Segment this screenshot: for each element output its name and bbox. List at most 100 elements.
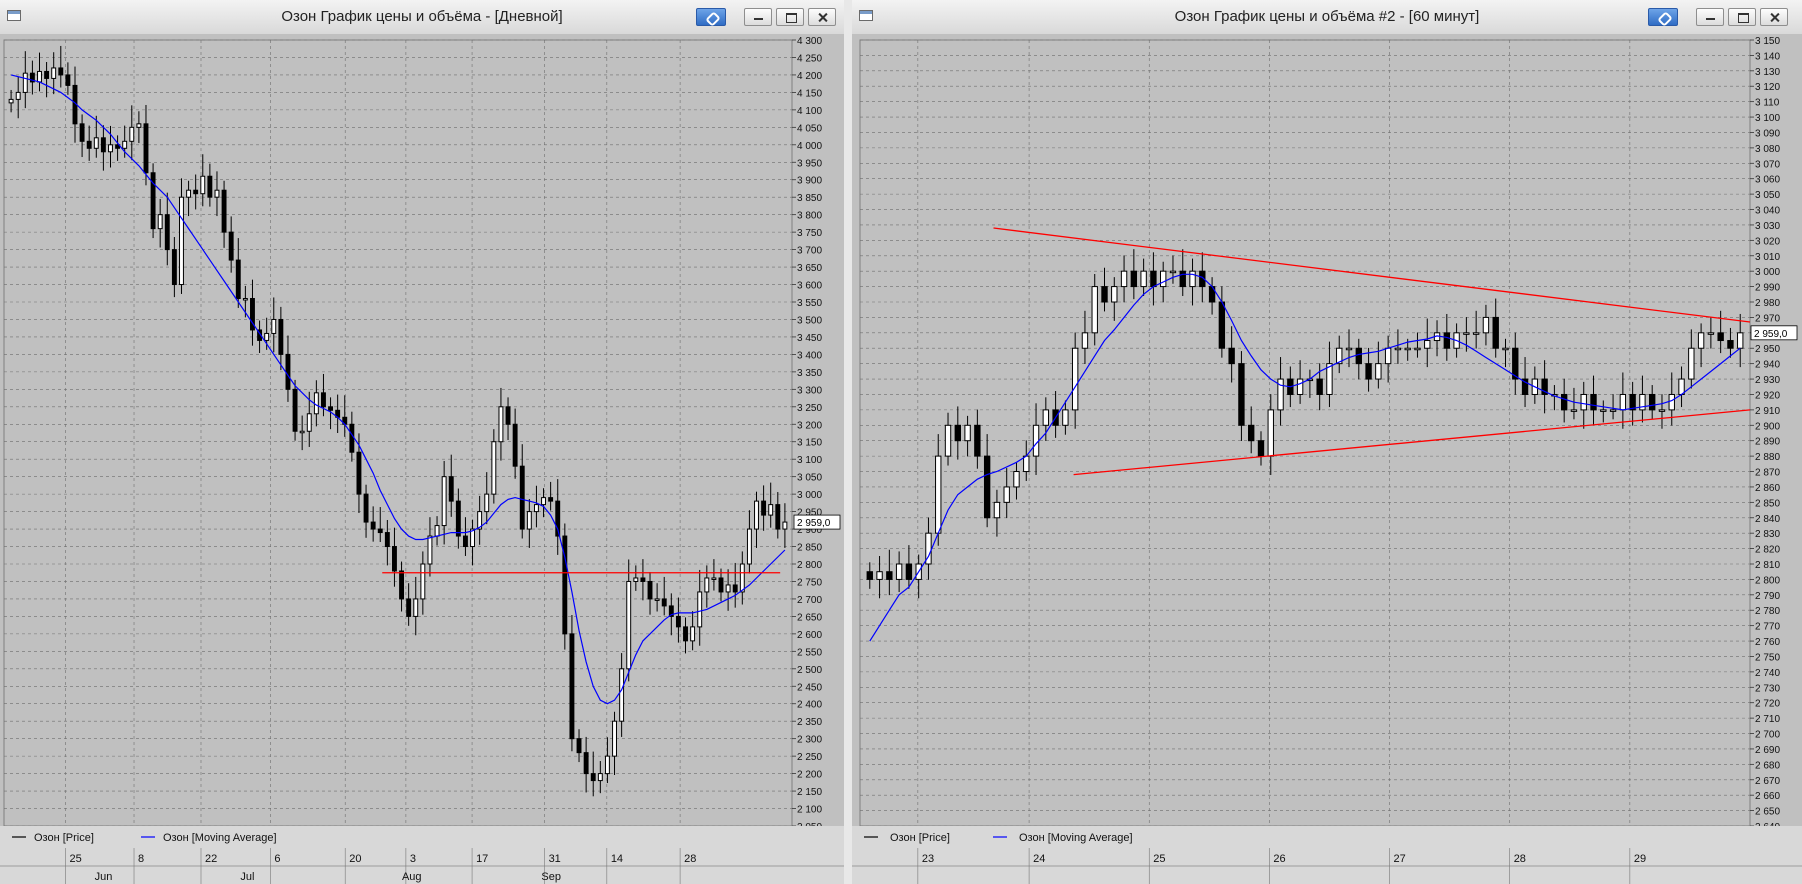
x-tick-label: 28: [684, 853, 696, 865]
x-tick-label: 28: [1514, 853, 1526, 865]
maximize-icon: [777, 9, 803, 25]
maximize-button[interactable]: [1728, 8, 1756, 26]
daily-price-chart[interactable]: 4 300 4 250 4 200 4 150 4 100 4 050 4 000 3 950…: [0, 34, 844, 884]
minimize-button[interactable]: [744, 8, 772, 26]
y-tick-label: 2 100: [797, 805, 822, 816]
candle-body: [235, 259, 241, 300]
candle-body: [1384, 347, 1392, 365]
y-tick-label: 4 050: [797, 123, 822, 134]
candle-body: [285, 353, 291, 390]
candle-body: [519, 465, 525, 530]
candle-body: [1159, 270, 1167, 288]
candle-body: [221, 189, 227, 233]
x-tick-label: 27: [1394, 853, 1406, 865]
x-tick-label: 14: [611, 853, 623, 865]
candle-body: [306, 413, 312, 432]
y-tick-label: 2 650: [797, 612, 822, 623]
candle-body: [328, 406, 334, 411]
y-tick-label: 2 710: [1755, 714, 1780, 725]
y-tick-label: 2 350: [797, 717, 822, 728]
candle-body: [1228, 347, 1235, 365]
candle-body: [242, 298, 248, 301]
y-tick-label: 3 000: [797, 490, 822, 501]
y-tick-label: 2 720: [1755, 699, 1780, 710]
hourly-price-chart[interactable]: 3 150 3 140 3 130 3 120 3 110 3 100 3 090 3 080…: [852, 34, 1802, 884]
y-tick-label: 4 300: [797, 36, 822, 47]
candle-body: [51, 67, 57, 79]
y-tick-label: 3 300: [797, 385, 822, 396]
candle-body: [186, 189, 192, 198]
candle-body: [1218, 301, 1226, 349]
y-tick-label: 2 860: [1755, 483, 1780, 494]
candle-body: [782, 521, 788, 530]
candle-body: [434, 525, 440, 537]
candle-body: [1482, 316, 1490, 334]
x-tick-label: 25: [69, 853, 81, 865]
candle-body: [725, 584, 731, 593]
close-button[interactable]: [1760, 8, 1788, 26]
y-tick-label: 3 800: [797, 211, 822, 222]
y-tick-label: 3 450: [797, 333, 822, 344]
candle-body: [278, 318, 284, 355]
month-label: Sep: [541, 871, 561, 883]
y-tick-label: 4 000: [797, 141, 822, 152]
candle-body: [541, 497, 546, 506]
candle-body: [876, 571, 883, 580]
y-tick-label: 2 790: [1755, 591, 1780, 602]
y-tick-label: 3 040: [1755, 206, 1780, 217]
candle-body: [1649, 393, 1656, 411]
y-tick-label: 2 930: [1755, 375, 1780, 386]
candle-body: [590, 773, 596, 782]
candle-body: [505, 406, 511, 425]
candle-body: [718, 577, 724, 593]
candle-body: [8, 98, 14, 104]
hourly-chart-window: Озон График цены и объёма #2 - [60 минут…: [852, 0, 1802, 884]
month-label: Aug: [402, 871, 422, 883]
y-tick-label: 2 600: [797, 630, 822, 641]
candle-body: [200, 175, 206, 195]
candle-body: [264, 332, 270, 341]
candle-body: [533, 504, 539, 513]
candle-body: [1688, 347, 1695, 380]
y-tick-label: 2 750: [1755, 652, 1780, 663]
y-tick-label: 3 650: [797, 263, 822, 274]
candle-body: [491, 441, 497, 495]
candle-body: [1267, 409, 1274, 457]
candle-body: [1394, 347, 1402, 351]
candle-body: [739, 563, 745, 593]
y-tick-label: 2 940: [1755, 360, 1780, 371]
candle-body: [1727, 340, 1734, 349]
candle-body: [746, 528, 752, 565]
legend-price-label: Озон [Price]: [890, 832, 950, 844]
candle-body: [157, 214, 163, 230]
y-tick-label: 2 810: [1755, 560, 1780, 571]
y-tick-label: 2 250: [797, 752, 822, 763]
candle-body: [1502, 347, 1509, 351]
x-tick-label: 6: [274, 853, 280, 865]
link-icon: [697, 9, 725, 25]
minimize-button[interactable]: [1696, 8, 1724, 26]
candle-body: [1003, 486, 1010, 503]
close-button[interactable]: [808, 8, 836, 26]
last-price-value: 2 959,0: [1754, 329, 1788, 340]
candle-body: [597, 773, 603, 782]
candle-body: [935, 455, 942, 534]
maximize-button[interactable]: [776, 8, 804, 26]
candle-body: [214, 189, 220, 198]
y-tick-label: 2 400: [797, 700, 822, 711]
candle-body: [37, 70, 42, 83]
candle-body: [462, 535, 468, 548]
candle-body: [1619, 393, 1627, 411]
y-tick-label: 2 920: [1755, 390, 1780, 401]
link-button[interactable]: [1648, 8, 1678, 26]
x-tick-label: 8: [138, 853, 144, 865]
month-label: Jul: [240, 871, 254, 883]
candle-body: [1414, 347, 1421, 351]
candle-body: [1717, 332, 1724, 342]
y-tick-label: 3 030: [1755, 221, 1780, 232]
legend-ma-label: Озон [Moving Average]: [163, 832, 277, 844]
link-button[interactable]: [696, 8, 726, 26]
candle-body: [413, 598, 419, 617]
candle-body: [1169, 270, 1177, 274]
candle-body: [228, 231, 234, 261]
